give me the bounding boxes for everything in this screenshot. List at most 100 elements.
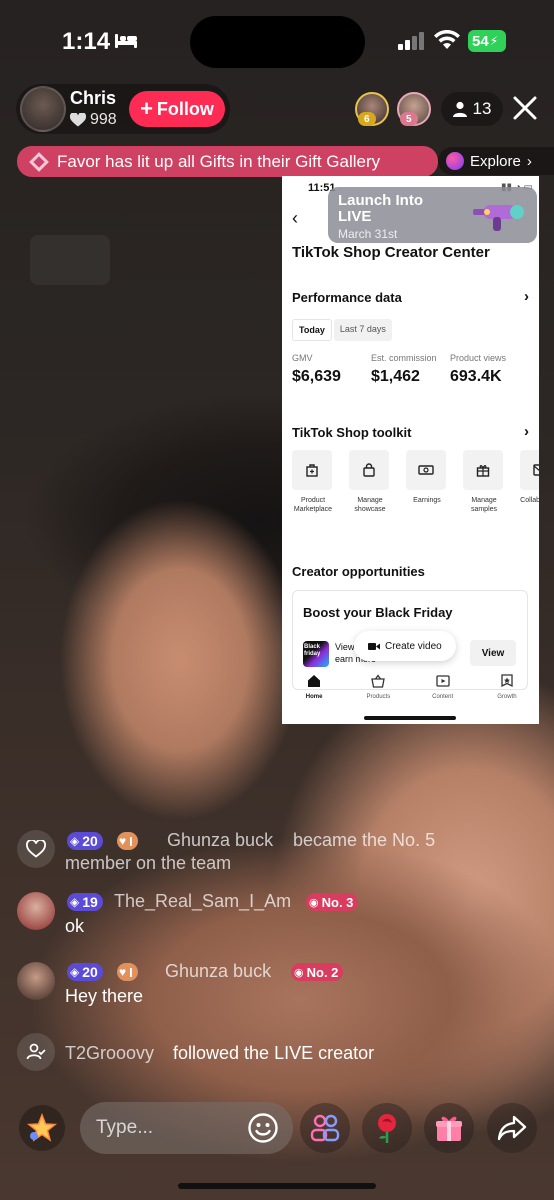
chevron-right-icon[interactable]: › xyxy=(524,423,529,440)
chat-username[interactable]: Ghunza buck xyxy=(167,830,273,851)
level-badge: ◈ 19 xyxy=(67,893,103,911)
follow-event-icon-circle xyxy=(17,1033,55,1071)
rose-gift-button[interactable] xyxy=(362,1103,412,1153)
create-video-label: Create video xyxy=(385,640,442,652)
emoji-icon[interactable] xyxy=(247,1112,279,1144)
metric-value: $1,462 xyxy=(371,368,420,385)
team-rank-badge: ◉ No. 3 xyxy=(306,893,359,911)
multi-guest-button[interactable] xyxy=(300,1103,350,1153)
chat-avatar[interactable] xyxy=(17,892,55,930)
viewer-count: 13 xyxy=(472,99,492,118)
nav-growth[interactable]: Growth xyxy=(477,674,537,700)
fan-level: I xyxy=(129,833,133,849)
performance-tabs: Today Last 7 days xyxy=(292,319,392,341)
nav-label: Home xyxy=(305,694,323,700)
chat-username[interactable]: Ghunza buck xyxy=(165,961,271,982)
tool-manage-samples[interactable]: Manage samples xyxy=(463,450,505,514)
screen-share-window: 11:51 ▮▮ ◔ ▭ ‹ Launch Into LIVE March 31… xyxy=(282,176,539,724)
team-rank-badge: ◉ No. 2 xyxy=(291,963,344,981)
store-icon xyxy=(306,464,318,477)
chat-message-text: ok xyxy=(65,916,85,936)
top-viewer-rank-badge: 5 xyxy=(400,112,418,126)
tool-earnings[interactable]: Earnings xyxy=(406,450,448,514)
star-icon xyxy=(26,1112,58,1142)
back-arrow-icon[interactable]: ‹ xyxy=(292,208,298,229)
host-avatar[interactable] xyxy=(20,86,66,132)
raygun-icon xyxy=(473,205,524,231)
diamond-icon: ◈ xyxy=(70,965,80,979)
host-likes: 998 xyxy=(70,111,117,129)
tool-product-marketplace[interactable]: Product Marketplace xyxy=(292,450,334,514)
growth-icon xyxy=(501,674,513,688)
gift-button[interactable] xyxy=(424,1103,474,1153)
video-camera-icon xyxy=(368,642,380,650)
performance-heading: Performance data xyxy=(292,290,402,305)
metric-label: Product views xyxy=(450,353,507,363)
team-rank: No. 3 xyxy=(321,894,354,910)
boost-card-title: Boost your Black Friday xyxy=(303,605,453,620)
plus-icon: + xyxy=(140,96,153,121)
home-indicator xyxy=(178,1183,376,1189)
gift-box-icon xyxy=(436,1116,462,1141)
create-video-button[interactable]: Create video xyxy=(354,631,456,661)
sleep-focus-icon xyxy=(115,34,137,48)
tab-last-7-days[interactable]: Last 7 days xyxy=(333,319,392,341)
chat-avatar[interactable] xyxy=(17,962,55,1000)
level-value: 20 xyxy=(82,833,98,849)
creator-center-title: TikTok Shop Creator Center xyxy=(292,244,490,261)
explore-orb-icon xyxy=(446,152,464,170)
tool-label: Product Marketplace xyxy=(293,497,333,513)
level-badge: ◈ 20 xyxy=(67,963,103,981)
metric-label: Est. commission xyxy=(371,353,437,363)
gift-icon xyxy=(476,465,490,477)
chat-username[interactable]: The_Real_Sam_I_Am xyxy=(114,891,291,912)
diamond-icon: ◈ xyxy=(70,895,80,909)
chat-follow-text: followed the LIVE creator xyxy=(173,1043,375,1063)
medal-icon: ◉ xyxy=(309,896,319,909)
follow-button[interactable]: + Follow xyxy=(129,91,225,127)
team-heart-icon-circle xyxy=(17,830,55,868)
nav-label: Content xyxy=(432,694,454,700)
tool-label: Manage showcase xyxy=(354,497,386,513)
host-name: Chris xyxy=(70,88,117,108)
launch-card-date: March 31st xyxy=(338,227,398,241)
bag-icon xyxy=(363,463,375,477)
level-badge: ◈ 20 xyxy=(67,832,103,850)
medal-icon: ◉ xyxy=(294,966,304,979)
nav-content[interactable]: Content xyxy=(413,674,473,700)
tool-collab-invites[interactable]: Collab invites xyxy=(520,450,539,514)
invite-icon xyxy=(533,464,539,476)
nav-label: Growth xyxy=(497,694,517,700)
tool-manage-showcase[interactable]: Manage showcase xyxy=(349,450,391,514)
fan-heart-badge: ♥ I xyxy=(117,832,138,850)
explore-button[interactable]: Explore › xyxy=(438,147,554,175)
share-button[interactable] xyxy=(487,1103,537,1153)
chat-system-text: became the No. 5 xyxy=(293,830,436,850)
fan-level: I xyxy=(129,964,133,980)
heart-icon xyxy=(70,113,86,127)
close-icon[interactable] xyxy=(512,95,538,121)
tab-today[interactable]: Today xyxy=(292,319,332,341)
status-time: 1:14 xyxy=(62,28,111,55)
tool-label: Manage samples xyxy=(470,497,498,513)
chat-username[interactable]: T2Grooovy xyxy=(65,1043,154,1064)
cell-signal-icon xyxy=(398,32,424,50)
level-value: 19 xyxy=(82,894,98,910)
money-icon xyxy=(418,465,434,475)
metric-value: $6,639 xyxy=(292,368,341,385)
home-icon xyxy=(308,675,321,687)
viewer-count-button[interactable]: 13 xyxy=(441,92,503,126)
dynamic-island xyxy=(190,16,365,68)
chat-system-text-cont: member on the team xyxy=(65,853,232,873)
view-button[interactable]: View xyxy=(470,640,516,666)
person-icon xyxy=(452,101,467,117)
star-effects-button[interactable] xyxy=(19,1105,65,1151)
nav-home[interactable]: Home xyxy=(284,674,344,700)
launch-card-title: Launch Into LIVE xyxy=(338,192,423,225)
gift-gallery-banner[interactable]: Favor has lit up all Gifts in their Gift… xyxy=(17,146,438,177)
nav-products[interactable]: Products xyxy=(348,674,408,700)
chevron-right-icon[interactable]: › xyxy=(524,288,529,305)
launch-into-live-card[interactable]: Launch Into LIVE March 31st xyxy=(328,187,537,243)
toolkit-row: Product Marketplace Manage showcase Earn… xyxy=(292,450,539,514)
chat-message-text: Hey there xyxy=(65,986,144,1006)
